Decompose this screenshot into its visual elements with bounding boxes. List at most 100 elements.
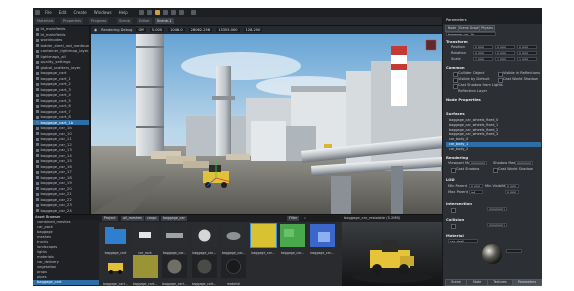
menu-create[interactable]: Create [71,10,88,15]
scale-y[interactable]: 1.000 [495,57,515,61]
hierarchy-node-label: baggage_cart_3 [40,86,71,92]
rotate-tool-icon[interactable] [162,10,168,15]
asset-label: baggage_cart... [162,282,187,286]
lod-max-parent-field[interactable]: inf [469,190,483,194]
bottom-tab-textures[interactable]: Textures [487,279,513,286]
bottom-tab-parameters[interactable]: Parameters [512,279,542,286]
position-y[interactable]: 0.000 [495,45,515,49]
coord-field-b[interactable]: 28062.256 [188,28,213,32]
surfaces-section[interactable]: Surfaces [446,111,465,116]
lod-min-parent-field[interactable]: 0.000 [469,184,483,188]
intersection-checkbox[interactable] [451,208,456,213]
menu-edit[interactable]: Edit [57,10,69,15]
hierarchy-node-label: baggage_car_10 [40,130,72,136]
asset-tile[interactable]: baggage_cart... [162,255,187,286]
common-section[interactable]: Common [446,65,465,70]
intersection-mask-field[interactable]: 00000001 [487,207,507,211]
asset-tile[interactable]: baggage_cart... [191,255,217,286]
asset-tile[interactable]: car_rock [132,224,158,255]
play-icon[interactable] [190,10,196,15]
hierarchy-node-label: baggage_car_20 [40,185,72,191]
surface-item[interactable]: car_body_0 [446,137,541,142]
node-properties-section[interactable]: Node Properties [446,97,481,102]
hierarchy-node[interactable]: baggage_car_24 [33,208,91,214]
asset-tile[interactable]: baggage_car... [280,224,305,255]
asset-folder[interactable]: baggage_cart [33,280,99,285]
position-x[interactable]: 0.000 [473,45,493,49]
camera-speed-field[interactable]: 5.000 [149,28,165,32]
scale-z[interactable]: 1.000 [517,57,537,61]
position-z[interactable]: 0.000 [517,45,537,49]
breadcrumb-all-meshes[interactable]: all_meshes [121,216,144,221]
hierarchy-node-label: baggage_car_22 [40,196,72,202]
node-icon [36,154,39,157]
scale-tool-icon[interactable] [170,10,176,15]
tab-scene-1[interactable]: Scene-1 [155,18,174,24]
coord-field-a[interactable]: 1046.0 [168,28,185,32]
viewport-mask-field[interactable]: 00000001 [469,161,487,165]
tab-scene-graph[interactable]: Scene Graph [458,25,480,32]
collision-checkbox[interactable] [451,224,456,229]
camera-icon[interactable]: ◉ [94,28,97,32]
asset-tile[interactable]: baggage_cart... [103,255,128,286]
lod-min-visibility-field[interactable]: 0.000 [505,184,519,188]
asset-tile[interactable]: baggage_cart [103,224,128,255]
menu-file[interactable]: File [43,10,54,15]
menu-windows[interactable]: Windows [92,10,114,15]
menu-help[interactable]: Help [117,10,130,15]
tab-editor[interactable]: Editor [137,18,152,24]
breadcrumb-project[interactable]: Project [102,216,118,221]
preview-render[interactable] [342,222,442,286]
lod-section[interactable]: LOD [446,177,455,182]
rotation-x[interactable]: 0.000 [473,51,493,55]
rotation-y[interactable]: 0.000 [495,51,515,55]
scale-x[interactable]: 1.000 [473,57,493,61]
breadcrumb-cargo[interactable]: cargo [145,216,159,221]
rotation-z[interactable]: 0.000 [517,51,537,55]
asset-thumbnail [249,223,277,248]
rendering-debug-label: Rendering Debug [101,28,133,32]
asset-thumbnail [221,255,246,278]
redo-icon[interactable] [146,10,152,15]
node-icon [36,71,39,75]
asset-tile[interactable]: baggage_car... [221,224,246,255]
rendering-debug-select[interactable]: Off [136,28,146,32]
scene-viewport[interactable]: ◉ Rendering Debug Off 5.000 1046.0 28062… [91,26,442,214]
collision-mask-field[interactable]: 00000001 [487,223,507,227]
surface-item[interactable]: car_body_2 [446,147,541,152]
tab-scene[interactable]: Scene [117,18,132,24]
asset-tile[interactable]: baggage_car... [249,223,277,255]
tab-node[interactable]: Node [445,25,459,32]
asset-tile[interactable]: baggage_car... [191,224,217,255]
transform-section[interactable]: Transform [446,39,468,44]
coord-field-d[interactable]: 128.250 [243,28,263,32]
asset-tile[interactable]: baggage_car... [309,224,335,255]
bottom-tab-scene[interactable]: Scene [445,279,467,286]
search-input[interactable]: ⌕ [302,216,340,221]
asset-tile[interactable]: baggage_cart... [132,255,158,286]
asset-tile[interactable]: baggage_car... [162,224,187,255]
rendering-section[interactable]: Rendering [446,155,468,160]
intersection-section[interactable]: Intersection [446,201,472,206]
cast-world-shadow-label: Cast World Shadow [498,167,533,171]
coord-field-c[interactable]: 13355.000 [216,28,240,32]
node-name-field[interactable]: baggage_car_1b [446,32,496,36]
bottom-tab-state[interactable]: State [466,279,488,286]
material-field[interactable]: car_shell [448,239,478,243]
undo-icon[interactable] [138,10,144,15]
asset-tile[interactable]: material [221,255,246,286]
material-section[interactable]: Material [446,233,464,238]
tab-progress[interactable]: Progress [89,18,109,24]
lod-max-visibility-field[interactable]: 0.000 [505,190,519,194]
hierarchy-node-label: baggage_car_14 [40,152,72,158]
material-swatch-field[interactable] [506,249,522,253]
shadow-mask-field[interactable]: 00000001 [515,161,533,165]
breadcrumb-baggage-car[interactable]: baggage_car [161,216,187,221]
tab-properties[interactable]: Properties [61,18,84,24]
move-tool-icon[interactable] [154,10,160,15]
tab-physics[interactable]: Physics [479,25,495,32]
filter-button[interactable]: Filter [287,216,300,221]
collision-section[interactable]: Collision [446,217,464,222]
tab-materials[interactable]: Materials [35,18,56,24]
snap-icon[interactable] [178,10,184,15]
